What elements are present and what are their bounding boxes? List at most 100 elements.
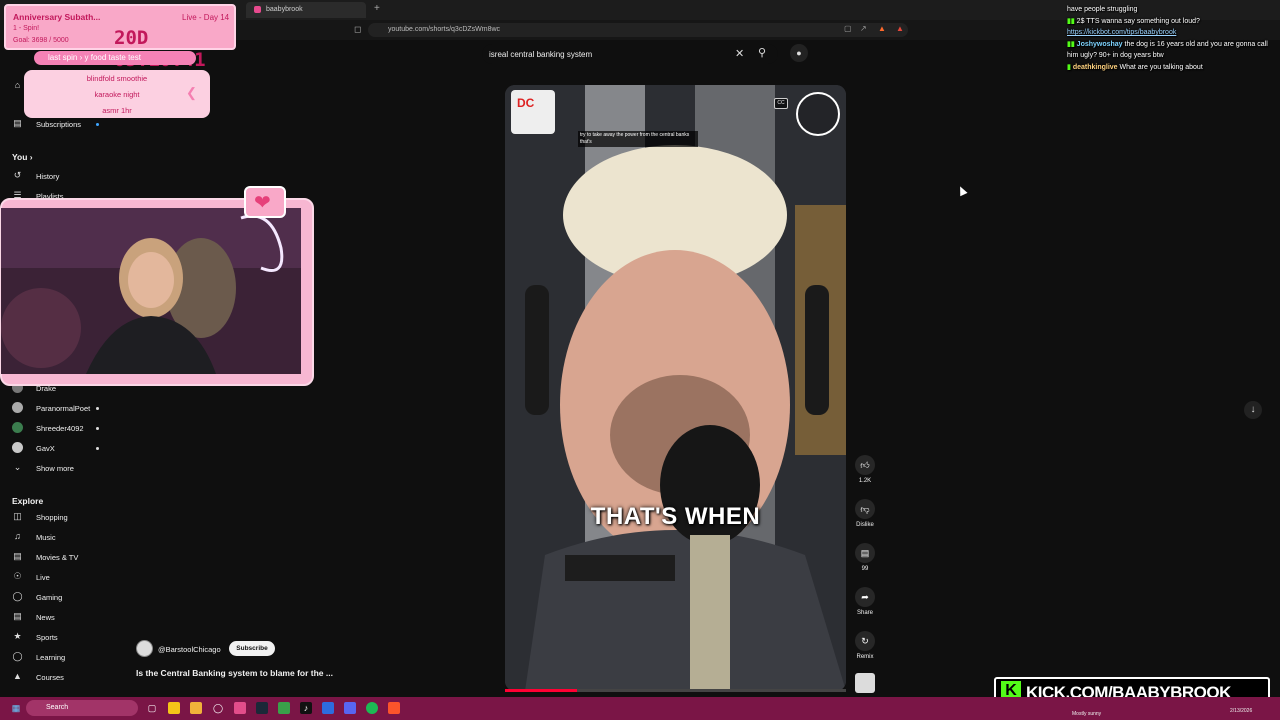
subscriptions-icon: ▤ bbox=[13, 118, 22, 128]
steam-icon[interactable] bbox=[256, 702, 268, 714]
sound-thumbnail-button[interactable] bbox=[850, 673, 880, 693]
mouse-cursor-icon bbox=[956, 184, 968, 197]
sidebar-item-history[interactable]: ↺ History bbox=[0, 166, 118, 186]
video-progress-fill bbox=[505, 689, 577, 692]
tiktok-icon[interactable]: ♪ bbox=[300, 702, 312, 714]
share-arrow-icon: ➦ bbox=[855, 587, 875, 607]
new-content-dot bbox=[96, 123, 99, 126]
spotify-icon[interactable] bbox=[366, 702, 378, 714]
newspaper-icon: ▤ bbox=[13, 611, 22, 621]
sidebar-item-live[interactable]: ☉ Live bbox=[0, 567, 118, 587]
subscribe-button[interactable]: Subscribe bbox=[229, 641, 275, 656]
dislike-label: Dislike bbox=[856, 522, 874, 528]
sidebar-you-heading[interactable]: You › bbox=[12, 152, 33, 162]
sidebar-channel-shreeder4092[interactable]: Shreeder4092 bbox=[0, 418, 118, 438]
weather-label[interactable]: Mostly sunny bbox=[1072, 711, 1101, 717]
chat-badge-icon: ▮ bbox=[1067, 63, 1071, 71]
task-view-icon[interactable]: ▢ bbox=[146, 702, 158, 714]
pink-app-icon[interactable] bbox=[234, 702, 246, 714]
sidebar-item-movies[interactable]: ▤ Movies & TV bbox=[0, 547, 118, 567]
sidebar-item-music[interactable]: ♫ Music bbox=[0, 527, 118, 547]
chat-message: have people struggling bbox=[1067, 6, 1138, 13]
obs-icon[interactable]: ◯ bbox=[212, 702, 224, 714]
video-frame-illustration bbox=[505, 85, 846, 691]
sidebar-item-gaming[interactable]: ◯ Gaming bbox=[0, 587, 118, 607]
avatar bbox=[12, 442, 23, 453]
avatar bbox=[12, 422, 23, 433]
file-explorer-icon[interactable] bbox=[190, 702, 202, 714]
tab-baabybrook[interactable]: baabybrook bbox=[246, 2, 366, 18]
home-icon: ⌂ bbox=[14, 80, 21, 90]
taskbar-date[interactable]: 2/13/2026 bbox=[1230, 708, 1252, 714]
last-spin-value: y food taste test bbox=[84, 53, 141, 62]
new-tab-button[interactable]: + bbox=[374, 3, 380, 14]
sidebar-item-learning[interactable]: ◯ Learning bbox=[0, 647, 118, 667]
spin-option: karaoke night bbox=[94, 90, 140, 99]
sidebar-channel-paranormalpoet[interactable]: ParanormalPoet bbox=[0, 398, 118, 418]
tip-link[interactable]: https://kickbot.com/tips/baabybrook bbox=[1067, 29, 1176, 36]
sidebar-show-more[interactable]: ⌄ Show more bbox=[0, 458, 118, 478]
heart-icon: ❤ bbox=[254, 192, 271, 214]
new-content-dot bbox=[96, 447, 99, 450]
embedded-caption: try to take away the power from the cent… bbox=[578, 131, 698, 147]
close-icon[interactable]: ✕ bbox=[735, 47, 744, 60]
live-icon: ☉ bbox=[13, 571, 22, 581]
search-icon[interactable]: ⚲ bbox=[758, 46, 766, 59]
xbox-icon[interactable] bbox=[278, 702, 290, 714]
like-button[interactable]: 👍︎ 1.2K bbox=[850, 455, 880, 484]
dislike-button[interactable]: 👎︎ Dislike bbox=[850, 499, 880, 528]
share-button[interactable]: ➦ Share bbox=[850, 587, 880, 616]
spins-label: 1 - Spin! bbox=[13, 25, 40, 32]
comments-button[interactable]: ▤ 99 bbox=[850, 543, 880, 572]
podcast-logo: DC bbox=[511, 90, 555, 134]
sidebar-item-news[interactable]: ▤ News bbox=[0, 607, 118, 627]
sidebar-item-shopping[interactable]: ◫ Shopping bbox=[0, 507, 118, 527]
webcam-illustration bbox=[1, 208, 301, 374]
like-count: 1.2K bbox=[858, 478, 872, 484]
brave-shield-icon[interactable]: ▲ bbox=[878, 24, 886, 33]
remix-button[interactable]: ↻ Remix bbox=[850, 631, 880, 660]
share-page-icon[interactable]: ▢ bbox=[844, 24, 852, 33]
url-field[interactable]: youtube.com/shorts/q3cDZsWm8wc bbox=[368, 23, 908, 37]
stream-chat-overlay: have people struggling ▮▮ 2$ TTS wanna s… bbox=[1067, 4, 1277, 73]
sidebar-channel-gavx[interactable]: GavX bbox=[0, 438, 118, 458]
remix-label: Remix bbox=[856, 654, 874, 660]
brave-browser-icon[interactable] bbox=[388, 702, 400, 714]
audio-thumbnail-icon bbox=[855, 673, 875, 693]
shopping-bag-icon: ◫ bbox=[13, 511, 22, 521]
blue-app-icon[interactable] bbox=[322, 702, 334, 714]
microphone-icon[interactable]: ● bbox=[790, 44, 808, 62]
channel-avatar[interactable] bbox=[136, 640, 153, 657]
windows-start-icon[interactable]: ▦ bbox=[10, 702, 22, 714]
discord-icon[interactable] bbox=[344, 702, 356, 714]
search-query-text: isreal central banking system bbox=[489, 50, 593, 59]
sticky-notes-icon[interactable] bbox=[168, 702, 180, 714]
new-content-dot bbox=[96, 427, 99, 430]
tab-favicon-icon bbox=[254, 6, 261, 13]
video-progress-bar[interactable] bbox=[505, 689, 846, 692]
goal-label: Goal: 3698 / 5000 bbox=[13, 37, 69, 44]
channel-name[interactable]: @BarstoolChicago bbox=[158, 645, 221, 654]
short-title[interactable]: Is the Central Banking system to blame f… bbox=[136, 668, 333, 678]
history-icon: ↺ bbox=[13, 170, 22, 180]
avatar bbox=[12, 402, 23, 413]
sidebar-item-courses[interactable]: ▲ Courses bbox=[0, 667, 118, 687]
chat-message: ▮▮ Joshywoshay the dog is 16 years old a… bbox=[1067, 40, 1268, 60]
next-short-button[interactable]: ↓ bbox=[1244, 401, 1262, 419]
shield-icon[interactable]: ↗ bbox=[860, 24, 867, 33]
chat-message: ▮ deathkinglive What are you talking abo… bbox=[1067, 63, 1203, 71]
bookmark-icon[interactable]: ◻ bbox=[354, 24, 361, 35]
taskbar-search[interactable]: Search bbox=[26, 700, 138, 716]
chevron-down-icon: ⌄ bbox=[13, 462, 22, 472]
webcam-feed bbox=[1, 208, 301, 374]
trophy-icon: ★ bbox=[13, 631, 22, 641]
shorts-video-player[interactable] bbox=[505, 85, 846, 691]
spin-option: asmr 1hr bbox=[102, 106, 132, 115]
thumbs-down-icon: 👎︎ bbox=[855, 499, 875, 519]
rewards-icon[interactable]: ▲ bbox=[896, 24, 904, 33]
sidebar-explore-heading: Explore bbox=[12, 496, 44, 506]
barstool-logo bbox=[796, 92, 840, 136]
closed-captions-button[interactable]: CC bbox=[774, 98, 788, 109]
sidebar-item-sports[interactable]: ★ Sports bbox=[0, 627, 118, 647]
share-label: Share bbox=[856, 610, 873, 616]
